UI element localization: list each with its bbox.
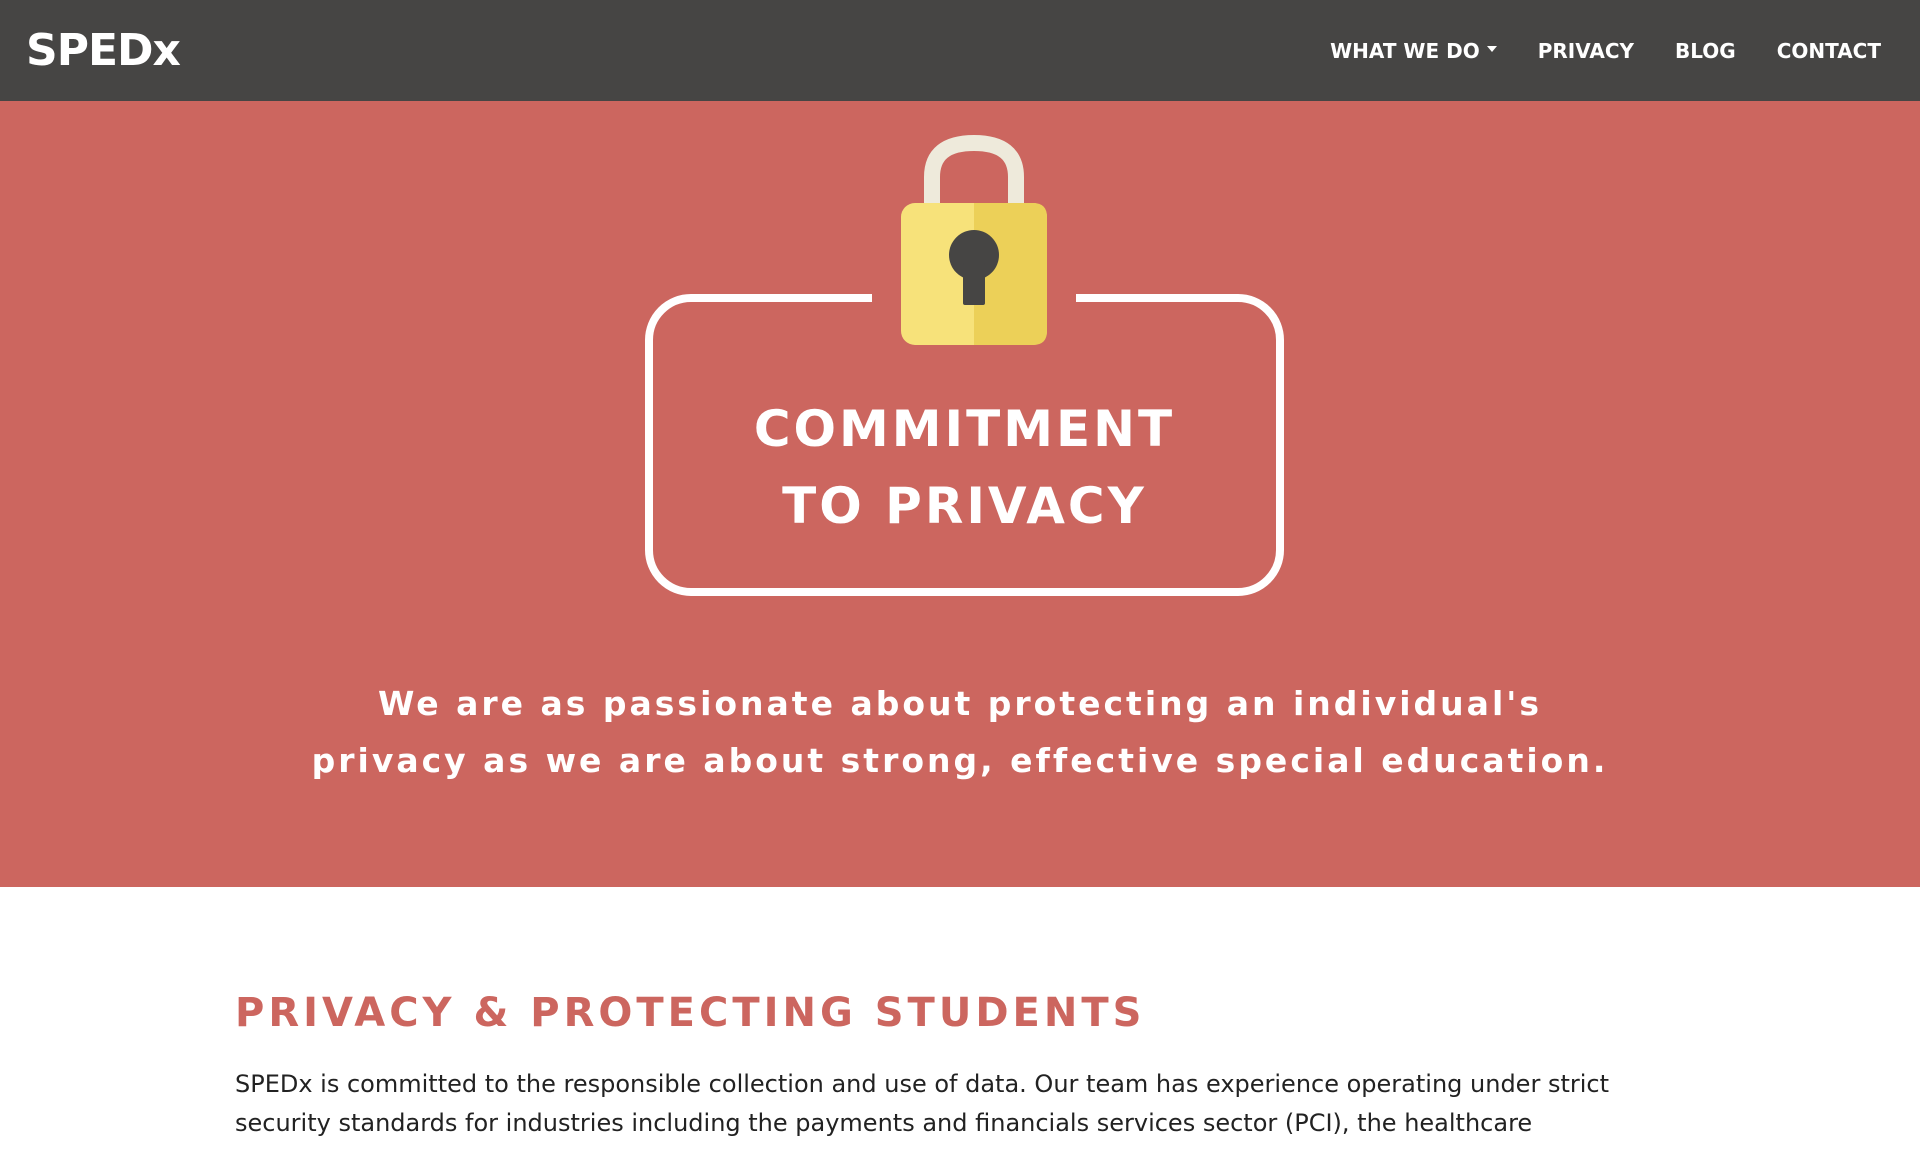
hero-title-line: TO PRIVACY	[782, 477, 1147, 535]
top-navbar: SPEDx WHAT WE DO PRIVACY BLOG CONTACT	[0, 0, 1920, 101]
hero-subtitle: We are as passionate about protecting an…	[300, 675, 1620, 789]
hero-banner: COMMITMENT TO PRIVACY We are as passiona…	[0, 101, 1920, 887]
nav-item-contact[interactable]: CONTACT	[1777, 39, 1881, 63]
logo[interactable]: SPEDx	[26, 25, 181, 76]
body-line: security standards for industries includ…	[235, 1109, 1533, 1137]
nav-item-privacy[interactable]: PRIVACY	[1538, 39, 1634, 63]
body-line: SPEDx is committed to the responsible co…	[235, 1070, 1609, 1098]
nav-links: WHAT WE DO PRIVACY BLOG CONTACT	[1330, 39, 1881, 63]
nav-item-blog[interactable]: BLOG	[1675, 39, 1736, 63]
section-title: PRIVACY & PROTECTING STUDENTS	[235, 990, 1146, 1036]
padlock-icon	[901, 135, 1047, 345]
chevron-down-icon	[1486, 45, 1497, 52]
hero-title-line: COMMITMENT	[753, 400, 1176, 458]
hero-title: COMMITMENT TO PRIVACY	[653, 391, 1276, 545]
main-content: PRIVACY & PROTECTING STUDENTS SPEDx is c…	[235, 985, 1695, 1143]
hero-subtitle-line: We are as passionate about protecting an…	[377, 684, 1543, 723]
hero-subtitle-line: privacy as we are about strong, effectiv…	[311, 741, 1609, 780]
nav-item-label: WHAT WE DO	[1330, 38, 1480, 63]
section-body: SPEDx is committed to the responsible co…	[235, 1065, 1695, 1143]
nav-item-what-we-do[interactable]: WHAT WE DO	[1330, 39, 1497, 63]
